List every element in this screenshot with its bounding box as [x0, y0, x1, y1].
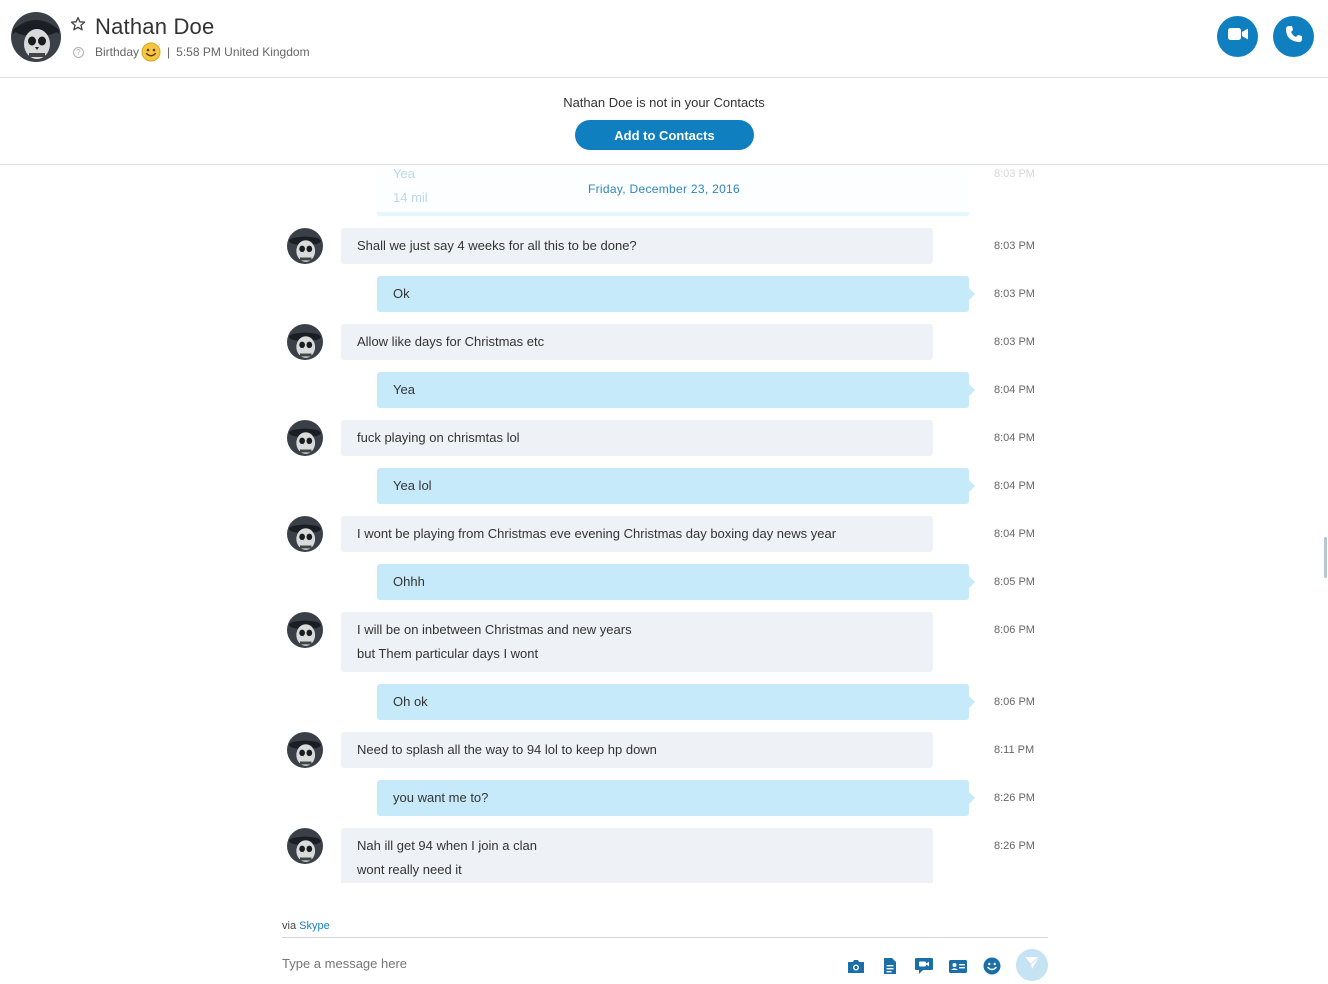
sender-avatar[interactable] [287, 612, 323, 648]
sender-avatar[interactable] [287, 324, 323, 360]
status-separator: | [167, 45, 171, 59]
sender-avatar[interactable] [287, 420, 323, 456]
message-text: I will be on inbetween Christmas and new… [357, 622, 632, 637]
message-time: 8:03 PM [994, 336, 1035, 348]
message-time: 8:26 PM [994, 840, 1035, 852]
message-input[interactable] [282, 956, 822, 971]
favorite-star-icon[interactable] [70, 16, 86, 32]
incoming-message[interactable]: I wont be playing from Christmas eve eve… [341, 516, 933, 552]
send-button[interactable] [1016, 949, 1048, 981]
video-message-icon[interactable] [914, 956, 934, 976]
message-text: fuck playing on chrismtas lol [357, 430, 520, 445]
message-time: 8:06 PM [994, 624, 1035, 636]
faded-message-time: 8:03 PM [994, 168, 1035, 180]
date-separator: Friday, December 23, 2016 [587, 182, 740, 196]
help-icon[interactable]: ? [73, 46, 84, 58]
message-time: 8:04 PM [994, 384, 1035, 396]
conversation-header: Nathan Doe ? Birthday | 5:58 PM United K… [0, 0, 1328, 78]
outgoing-message[interactable]: Oh ok [377, 684, 975, 720]
message-text: you want me to? [393, 790, 489, 805]
incoming-message[interactable]: fuck playing on chrismtas lol [341, 420, 933, 456]
sender-avatar[interactable] [287, 732, 323, 768]
sender-avatar[interactable] [287, 516, 323, 552]
smiley-emoticon-icon [141, 42, 161, 62]
message-text: Ok [393, 286, 410, 301]
incoming-message[interactable]: Shall we just say 4 weeks for all this t… [341, 228, 933, 264]
incoming-message[interactable]: Need to splash all the way to 94 lol to … [341, 732, 933, 768]
message-text: Oh ok [393, 694, 428, 709]
message-text: Nah ill get 94 when I join a clan [357, 838, 537, 853]
message-time: 8:04 PM [994, 528, 1035, 540]
sender-avatar[interactable] [287, 228, 323, 264]
message-history[interactable]: Yea 14 mil 8:03 PM Friday, December 23, … [0, 166, 1328, 883]
phone-icon [1285, 25, 1303, 48]
message-time: 8:03 PM [994, 288, 1035, 300]
incoming-message[interactable]: Allow like days for Christmas etc [341, 324, 933, 360]
not-in-contacts-text: Nathan Doe is not in your Contacts [563, 95, 765, 110]
contact-avatar[interactable] [11, 12, 61, 62]
message-time: 8:05 PM [994, 576, 1035, 588]
message-text: Allow like days for Christmas etc [357, 334, 545, 349]
outgoing-message[interactable]: Ok [377, 276, 975, 312]
video-call-button[interactable] [1217, 16, 1258, 57]
message-text: wont really need it [357, 862, 462, 877]
via-prefix: via [282, 920, 297, 932]
message-text: Yea [393, 382, 415, 397]
file-icon[interactable] [880, 956, 900, 976]
message-text: I wont be playing from Christmas eve eve… [357, 526, 837, 541]
message-time: 8:11 PM [994, 744, 1035, 756]
message-time: 8:06 PM [994, 696, 1035, 708]
contact-card-icon[interactable] [948, 956, 968, 976]
audio-call-button[interactable] [1273, 16, 1314, 57]
faded-message-line: Yea [393, 166, 415, 181]
via-skype-link[interactable]: Skype [299, 920, 330, 932]
message-text: Shall we just say 4 weeks for all this t… [357, 238, 637, 253]
not-in-contacts-banner: Nathan Doe is not in your Contacts Add t… [0, 79, 1328, 165]
via-label: via Skype [282, 920, 330, 932]
emoticon-icon[interactable] [982, 956, 1002, 976]
media-gallery-icon[interactable] [846, 956, 866, 976]
add-to-contacts-button[interactable]: Add to Contacts [575, 120, 754, 150]
message-text: Yea lol [393, 478, 432, 493]
send-paper-plane-icon [1024, 955, 1040, 976]
incoming-message[interactable]: I will be on inbetween Christmas and new… [341, 612, 933, 672]
message-text: Need to splash all the way to 94 lol to … [357, 742, 657, 757]
message-text: but Them particular days I wont [357, 646, 539, 661]
contact-name: Nathan Doe [95, 14, 215, 39]
message-time: 8:03 PM [994, 240, 1035, 252]
scrollbar-thumb[interactable] [1324, 537, 1327, 578]
message-text: Ohhh [393, 574, 425, 589]
video-camera-icon [1227, 27, 1248, 46]
contact-local-time: 5:58 PM United Kingdom [176, 45, 310, 59]
mood-message: Birthday [95, 45, 140, 59]
message-time: 8:04 PM [994, 432, 1035, 444]
message-time: 8:04 PM [994, 480, 1035, 492]
outgoing-message[interactable]: Yea [377, 372, 975, 408]
outgoing-message[interactable]: Ohhh [377, 564, 975, 600]
incoming-message[interactable]: Nah ill get 94 when I join a clan wont r… [341, 828, 933, 883]
sender-avatar[interactable] [287, 828, 323, 864]
message-time: 8:26 PM [994, 792, 1035, 804]
outgoing-message[interactable]: Yea lol [377, 468, 975, 504]
compose-divider [282, 937, 1048, 938]
contact-status-row: ? Birthday | 5:58 PM United Kingdom [73, 42, 310, 62]
outgoing-message[interactable]: you want me to? [377, 780, 975, 816]
